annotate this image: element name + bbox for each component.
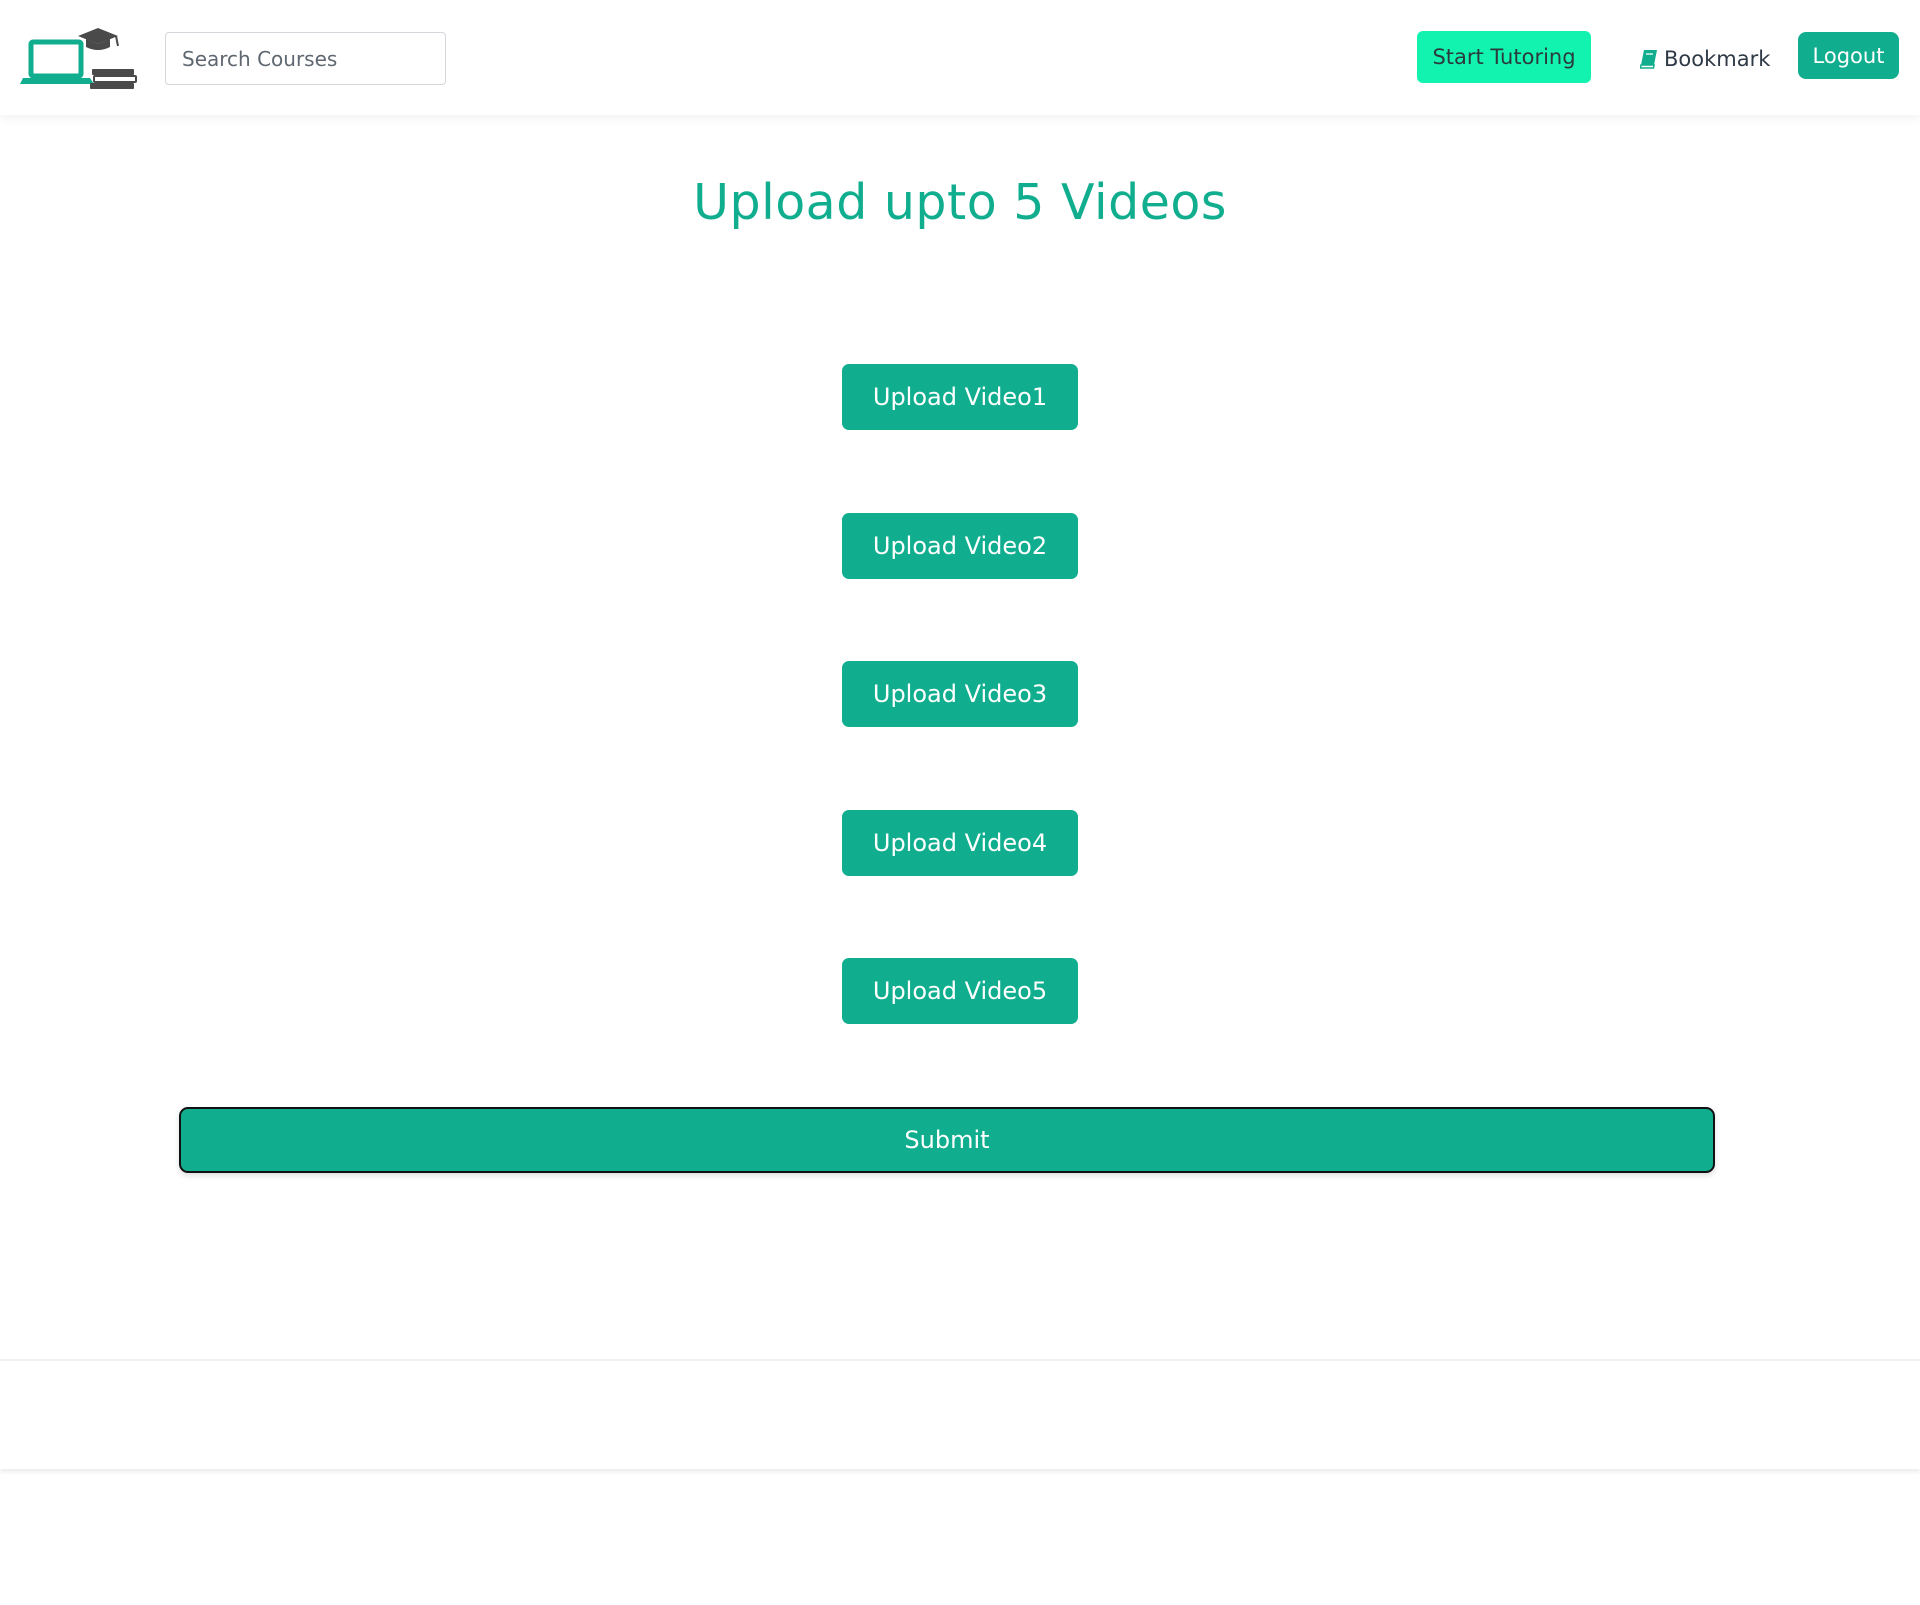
footer	[0, 1359, 1920, 1469]
navbar: Start Tutoring Bookmark Logout	[0, 0, 1920, 115]
submit-button[interactable]: Submit	[179, 1107, 1715, 1173]
upload-video-4-button[interactable]: Upload Video4	[842, 810, 1078, 876]
bookmark-label: Bookmark	[1664, 47, 1771, 71]
upload-video-5-button[interactable]: Upload Video5	[842, 958, 1078, 1024]
site-logo[interactable]	[20, 28, 142, 92]
upload-video-1-button[interactable]: Upload Video1	[842, 364, 1078, 430]
logout-button[interactable]: Logout	[1798, 32, 1899, 79]
laptop-graduation-cap-books-icon	[20, 28, 137, 89]
page-title: Upload upto 5 Videos	[693, 174, 1227, 231]
bookmark-link[interactable]: Bookmark	[1640, 44, 1770, 74]
upload-video-3-button[interactable]: Upload Video3	[842, 661, 1078, 727]
upload-video-2-button[interactable]: Upload Video2	[842, 513, 1078, 579]
book-icon	[1640, 50, 1657, 69]
search-input[interactable]	[165, 32, 446, 85]
start-tutoring-button[interactable]: Start Tutoring	[1417, 31, 1591, 83]
